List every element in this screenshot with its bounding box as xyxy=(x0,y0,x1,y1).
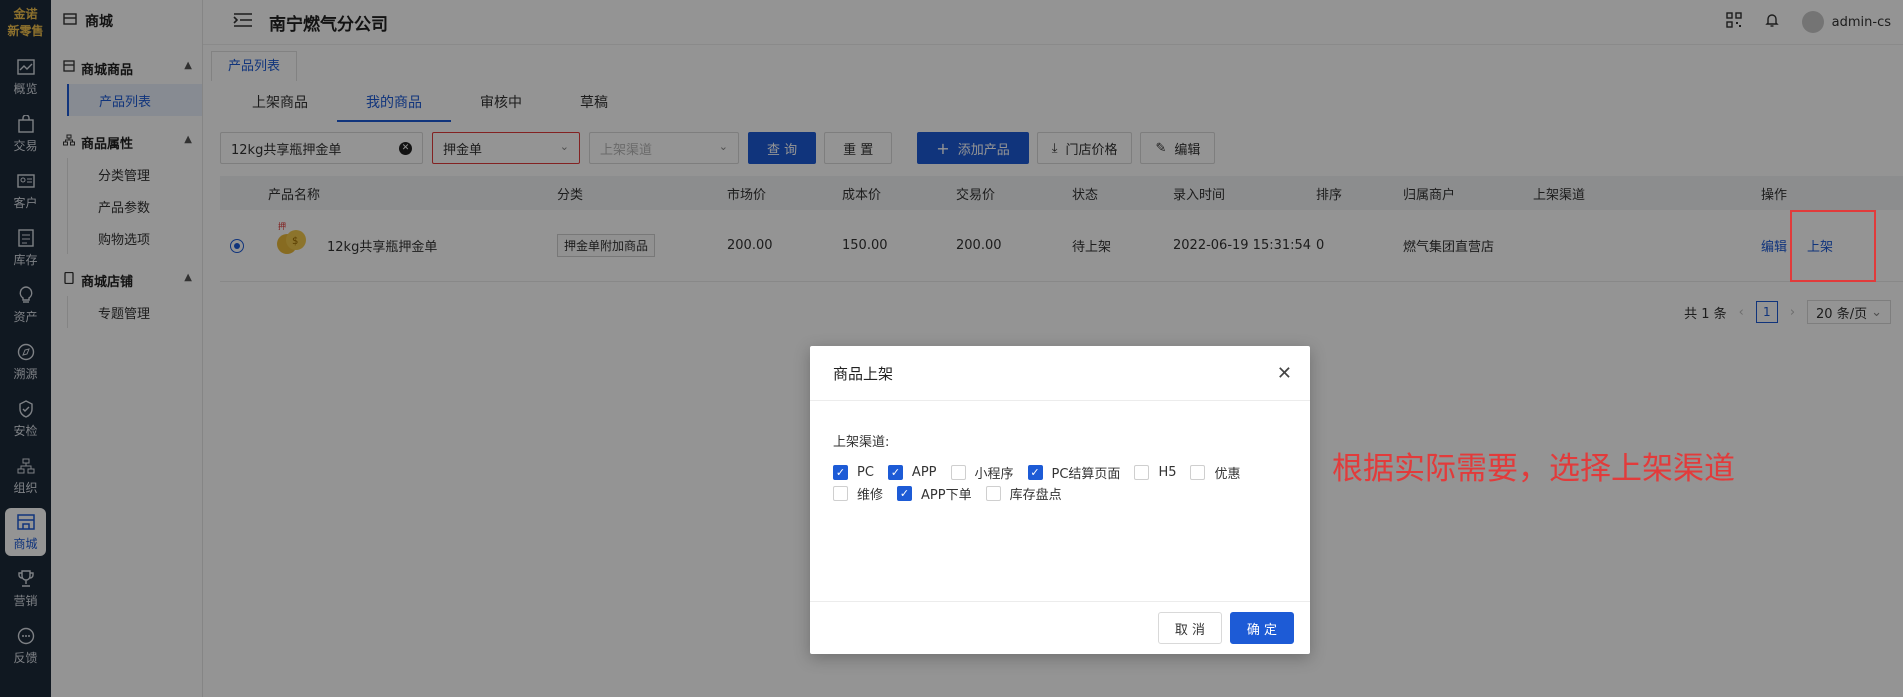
channel-checkbox[interactable]: ✓ APP下单 xyxy=(897,484,972,503)
channel-checkbox[interactable]: 优惠 xyxy=(1190,463,1241,482)
dialog-footer: 取 消 确 定 xyxy=(810,601,1310,654)
dialog-header: 商品上架 ✕ xyxy=(810,346,1310,401)
checkbox-empty-icon xyxy=(833,486,848,501)
channel-options-row-1: ✓ PC ✓ APP 小程序 ✓ PC结算页面 H5 优惠 xyxy=(833,462,1287,483)
checkbox-label: APP下单 xyxy=(921,488,972,503)
confirm-button[interactable]: 确 定 xyxy=(1229,612,1294,644)
channel-options-row-2: 维修 ✓ APP下单 库存盘点 xyxy=(833,483,1287,504)
channel-label: 上架渠道: xyxy=(833,435,890,450)
dialog-body: 上架渠道: ✓ PC ✓ APP 小程序 ✓ PC结算页面 H5 优惠 维修 ✓ APP下单 库存盘点 xyxy=(810,401,1310,504)
checkbox-label: APP xyxy=(911,465,937,480)
checkbox-empty-icon xyxy=(1190,465,1206,480)
checkbox-checked-icon: ✓ xyxy=(887,465,903,480)
checkbox-empty-icon xyxy=(950,465,966,480)
checkbox-empty-icon xyxy=(985,486,1001,501)
checkbox-label: 库存盘点 xyxy=(1009,488,1062,503)
channel-checkbox[interactable]: ✓ PC xyxy=(833,465,874,480)
checkbox-checked-icon: ✓ xyxy=(833,465,848,480)
channel-checkbox[interactable]: 库存盘点 xyxy=(985,484,1062,503)
shelf-dialog: 商品上架 ✕ 上架渠道: ✓ PC ✓ APP 小程序 ✓ PC结算页面 H5 优惠 维修 ✓ AP… xyxy=(810,346,1310,654)
channel-checkbox[interactable]: H5 xyxy=(1134,465,1176,480)
checkbox-label: PC xyxy=(857,465,874,480)
checkbox-label: 优惠 xyxy=(1214,467,1241,482)
checkbox-label: 维修 xyxy=(857,488,884,503)
channel-checkbox[interactable]: ✓ APP xyxy=(887,465,937,480)
annotation-highlight-box xyxy=(1790,210,1876,282)
checkbox-label: H5 xyxy=(1158,465,1177,480)
checkbox-label: 小程序 xyxy=(974,467,1014,482)
checkbox-empty-icon xyxy=(1134,465,1150,480)
annotation-text: 根据实际需要，选择上架渠道 xyxy=(1332,451,1735,487)
checkbox-label: PC结算页面 xyxy=(1051,467,1121,482)
dialog-title: 商品上架 xyxy=(833,364,894,383)
checkbox-checked-icon: ✓ xyxy=(897,486,913,501)
channel-checkbox[interactable]: 小程序 xyxy=(950,463,1014,482)
checkbox-checked-icon: ✓ xyxy=(1027,465,1043,480)
close-icon[interactable]: ✕ xyxy=(1277,363,1292,384)
cancel-button[interactable]: 取 消 xyxy=(1157,612,1222,644)
channel-checkbox[interactable]: ✓ PC结算页面 xyxy=(1027,463,1121,482)
channel-checkbox[interactable]: 维修 xyxy=(833,484,883,503)
